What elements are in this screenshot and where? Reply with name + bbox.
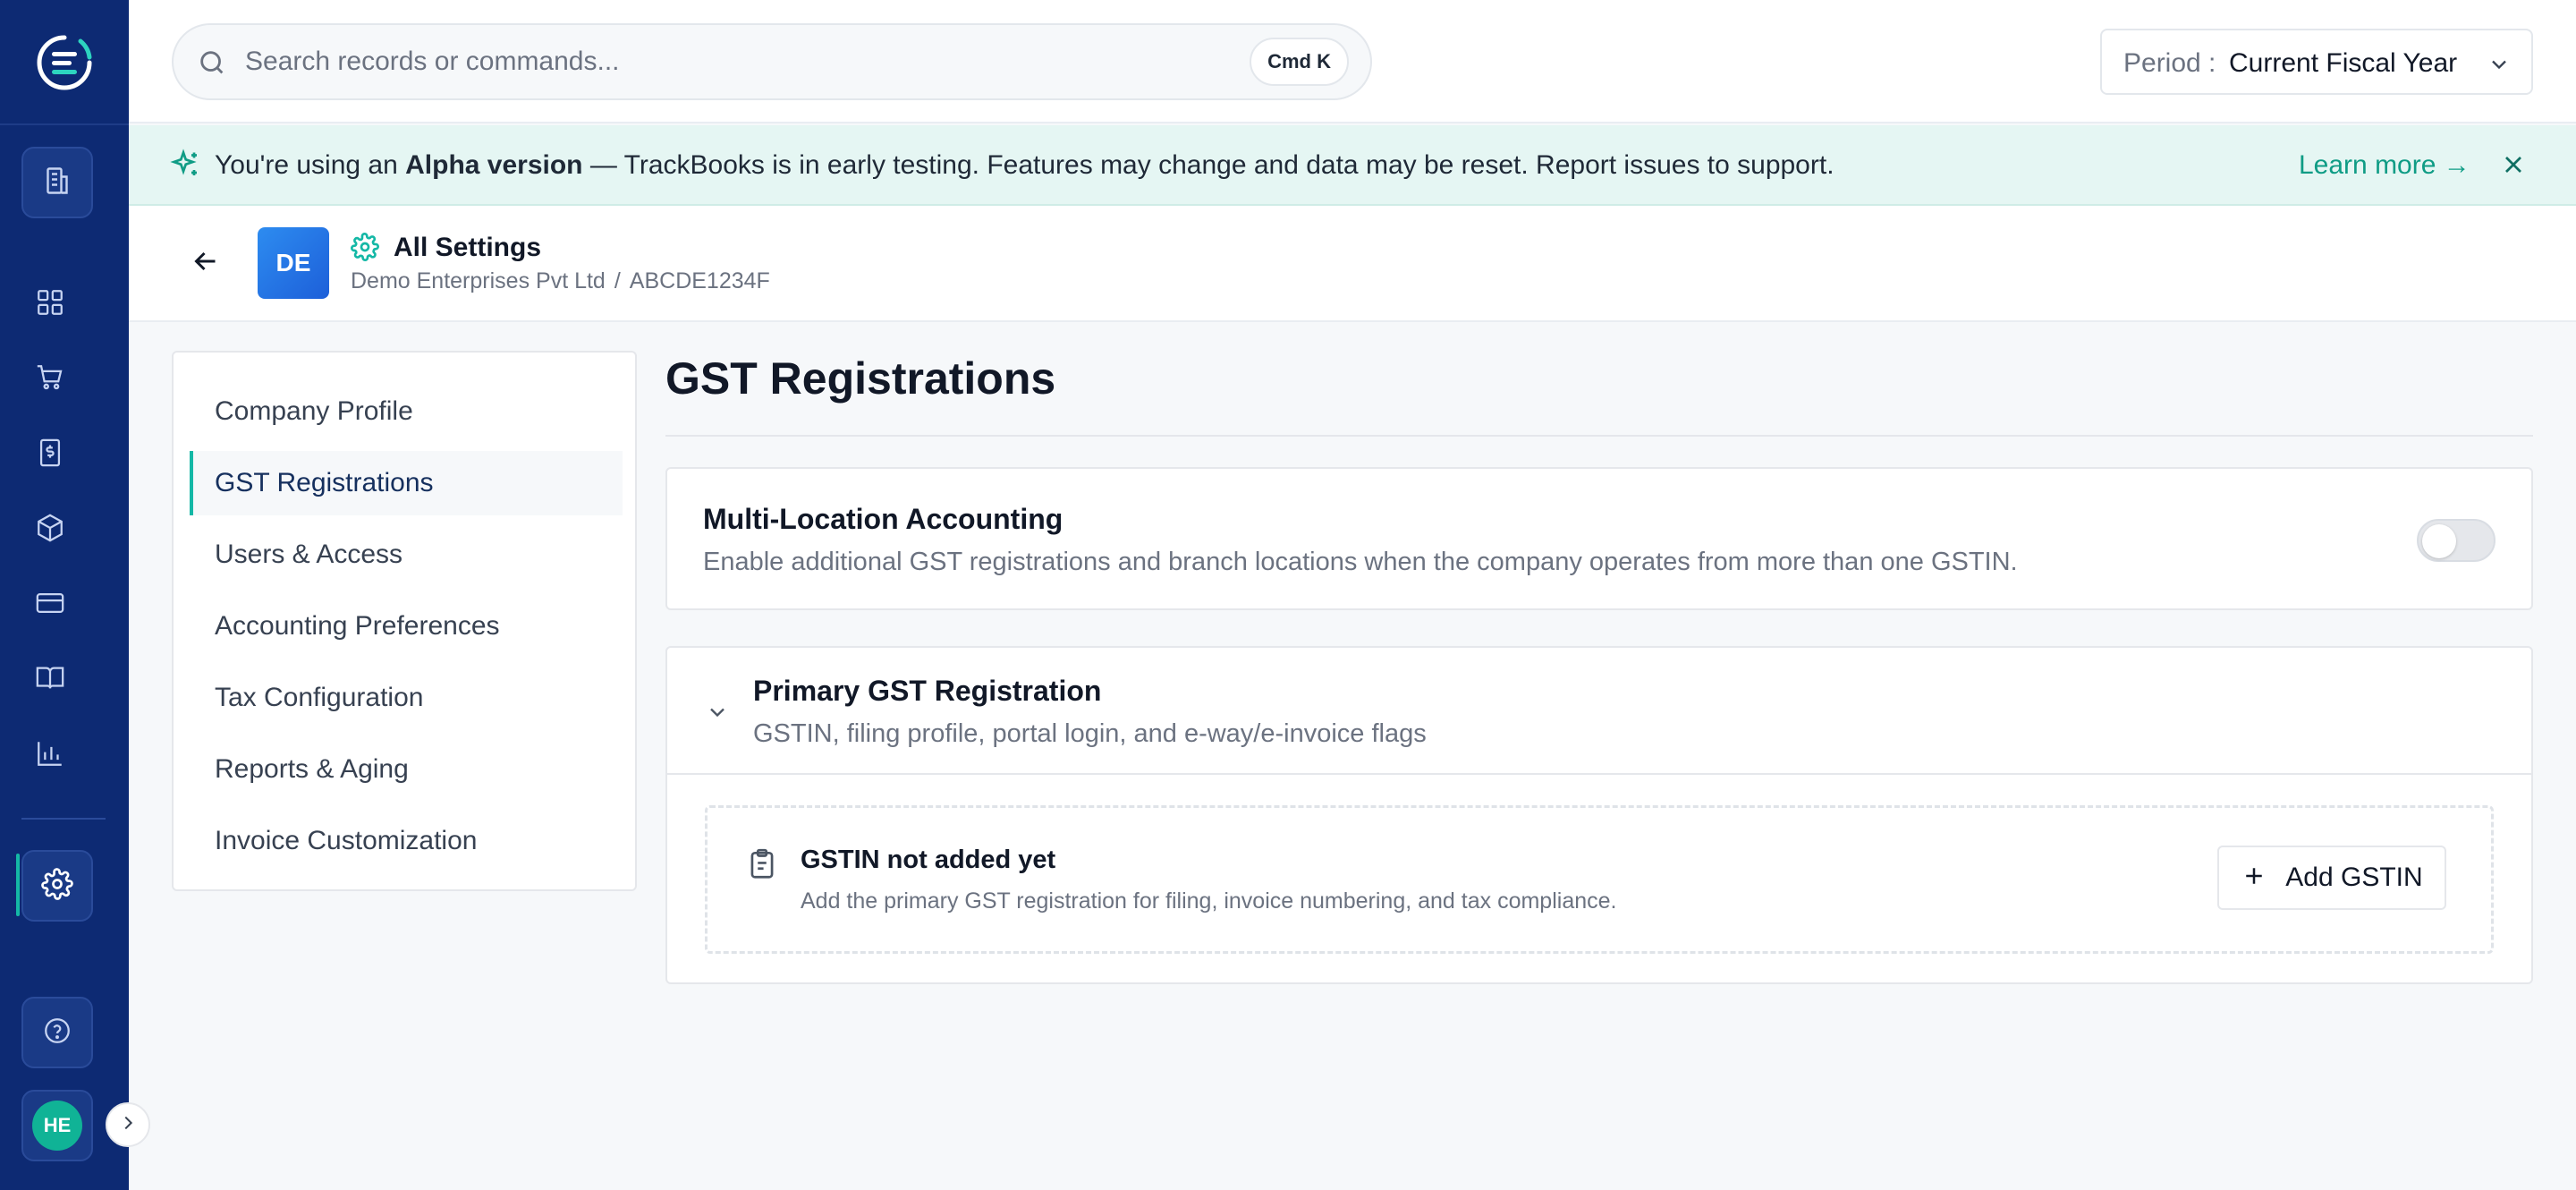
trackbooks-logo[interactable] (32, 30, 97, 95)
banner-highlight: Alpha version (405, 150, 583, 180)
dashboard-grid-icon (35, 287, 65, 322)
credit-card-icon (35, 588, 65, 623)
settings-nav-reports-aging[interactable]: Reports & Aging (190, 737, 623, 802)
add-gstin-label: Add GSTIN (2285, 863, 2423, 892)
company-switcher[interactable] (21, 147, 93, 218)
nav-reports[interactable] (32, 737, 68, 773)
settings-nav-invoice-customization[interactable]: Invoice Customization (190, 809, 623, 873)
multi-location-toggle[interactable] (2417, 519, 2496, 562)
building-icon (41, 165, 73, 201)
multi-location-title: Multi-Location Accounting (703, 503, 1063, 535)
box-icon (35, 513, 65, 548)
primary-gst-card: Primary GST Registration GSTIN, filing p… (665, 646, 2533, 984)
rail-divider (21, 818, 106, 820)
nav-inventory[interactable] (32, 512, 68, 548)
invoice-dollar-icon (35, 438, 65, 472)
settings-nav-company-profile[interactable]: Company Profile (190, 379, 623, 444)
empty-title: GSTIN not added yet (801, 846, 1056, 874)
empty-state: GSTIN not added yet Add the primary GST … (705, 805, 2494, 954)
period-label: Period : (2123, 48, 2216, 78)
toggle-knob (2422, 524, 2456, 558)
search-input[interactable]: Search records or commands... (245, 47, 620, 77)
period-value: Current Fiscal Year (2229, 48, 2458, 78)
primary-gst-description: GSTIN, filing profile, portal login, and… (753, 719, 1427, 748)
settings-nav-users-access[interactable]: Users & Access (190, 523, 623, 587)
plus-icon (2241, 863, 2267, 894)
period-selector[interactable]: Period : Current Fiscal Year (2100, 29, 2533, 95)
active-indicator (16, 854, 20, 916)
gear-icon (351, 233, 379, 266)
nav-payments[interactable] (32, 587, 68, 623)
nav-settings[interactable] (21, 850, 93, 922)
settings-nav-accounting-preferences[interactable]: Accounting Preferences (190, 594, 623, 659)
chevron-right-icon (118, 1113, 138, 1137)
book-icon (35, 663, 65, 698)
company-name: Demo Enterprises Pvt Ltd (351, 268, 606, 293)
avatar[interactable]: HE (32, 1101, 82, 1151)
settings-header: DE All Settings Demo Enterprises Pvt Ltd… (129, 206, 2576, 322)
company-pan: ABCDE1234F (629, 268, 770, 293)
rail-divider (0, 123, 129, 125)
page-title: All Settings (394, 233, 542, 262)
multi-location-description: Enable additional GST registrations and … (703, 548, 2018, 576)
search-icon (197, 47, 227, 82)
cart-icon (35, 362, 65, 397)
nav-dashboard[interactable] (32, 286, 68, 322)
close-icon[interactable] (2499, 150, 2528, 183)
multi-location-card: Multi-Location Accounting Enable additio… (665, 467, 2533, 610)
search-bar[interactable]: Search records or commands... Cmd K (172, 23, 1372, 100)
expand-sidebar-button[interactable] (106, 1102, 150, 1147)
bar-chart-icon (35, 738, 65, 773)
shortcut-badge: Cmd K (1250, 38, 1349, 86)
section-title: GST Registrations (665, 353, 1056, 404)
sparkle-icon (170, 149, 202, 185)
add-gstin-button[interactable]: Add GSTIN (2217, 846, 2446, 910)
back-arrow-icon[interactable] (190, 245, 222, 282)
gear-icon (41, 867, 73, 905)
sidebar-rail: HE (0, 0, 150, 1190)
help-button[interactable] (21, 997, 93, 1068)
learn-more-link[interactable]: Learn more → (2299, 150, 2470, 181)
nav-invoices[interactable] (32, 437, 68, 472)
clipboard-icon (745, 847, 779, 886)
nav-sales[interactable] (32, 361, 68, 397)
settings-nav: Company Profile GST Registrations Users … (172, 351, 637, 891)
card-divider (667, 773, 2531, 775)
top-bar: Search records or commands... Cmd K Peri… (129, 0, 2576, 123)
breadcrumb-separator: / (614, 268, 621, 293)
nav-ledger[interactable] (32, 662, 68, 698)
empty-description: Add the primary GST registration for fil… (801, 888, 1617, 914)
breadcrumb: Demo Enterprises Pvt Ltd / ABCDE1234F (351, 268, 770, 294)
settings-nav-gst-registrations[interactable]: GST Registrations (190, 451, 623, 515)
chevron-down-icon[interactable] (705, 700, 730, 729)
help-icon (42, 1016, 72, 1050)
title-divider (665, 435, 2533, 437)
company-badge: DE (258, 227, 329, 299)
primary-gst-title[interactable]: Primary GST Registration (753, 675, 1101, 708)
banner-text: You're using an Alpha version — TrackBoo… (215, 150, 1835, 180)
settings-nav-tax-configuration[interactable]: Tax Configuration (190, 666, 623, 730)
alpha-banner: You're using an Alpha version — TrackBoo… (129, 125, 2576, 206)
chevron-down-icon (2487, 52, 2512, 81)
